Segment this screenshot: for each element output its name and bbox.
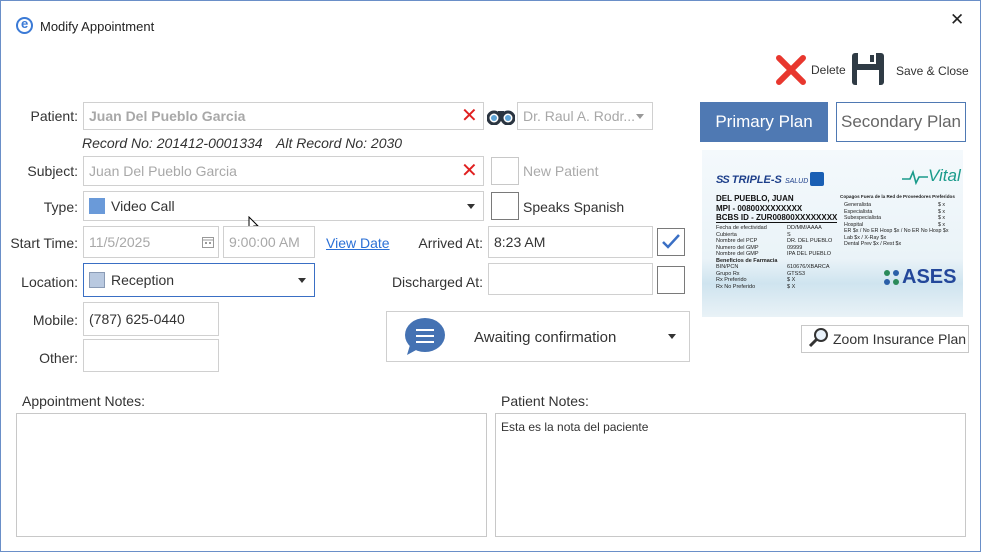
insurance-card-image: SS TRIPLE-S SALUD Vital DEL PUEBLO, JUAN… bbox=[702, 150, 963, 317]
discharged-checkbox[interactable] bbox=[657, 266, 685, 294]
zoom-label: Zoom Insurance Plan bbox=[833, 331, 967, 347]
delete-label: Delete bbox=[811, 63, 846, 77]
chevron-down-icon bbox=[668, 334, 676, 339]
status-label: Awaiting confirmation bbox=[474, 329, 617, 346]
card-bcbs: BCBS ID - ZUR00800XXXXXXXX bbox=[716, 213, 838, 223]
patient-notes-textarea[interactable]: Esta es la nota del paciente bbox=[495, 413, 966, 537]
card-rows-mid: DD/MM/AAAA S DR. DEL PUEBLO 09999 IPA DE… bbox=[787, 225, 832, 290]
chevron-down-icon bbox=[467, 204, 475, 209]
subject-label: Subject: bbox=[27, 163, 78, 179]
start-date-value: 11/5/2025 bbox=[89, 234, 151, 250]
close-icon[interactable]: ✕ bbox=[950, 10, 964, 30]
card-brand-mark: SS bbox=[716, 174, 730, 186]
location-value: Reception bbox=[111, 272, 175, 288]
type-color-swatch bbox=[89, 197, 105, 214]
new-patient-label: New Patient bbox=[523, 163, 599, 179]
discharged-at-label: Discharged At: bbox=[391, 274, 483, 290]
card-copay-vals: $ x $ x $ x $ x bbox=[938, 202, 945, 228]
view-date-link[interactable]: View Date bbox=[326, 235, 390, 251]
arrived-checkbox[interactable] bbox=[657, 228, 685, 256]
copay-row: ER $x / No ER Hosp $x / No ER No Hosp $x bbox=[844, 228, 949, 234]
subject-field[interactable]: Juan Del Pueblo Garcia bbox=[83, 156, 484, 186]
other-label: Other: bbox=[39, 350, 78, 366]
doctor-select[interactable]: Dr. Raul A. Rodr... bbox=[517, 102, 653, 130]
zoom-insurance-plan-button[interactable]: Zoom Insurance Plan bbox=[801, 325, 969, 353]
arrived-at-label: Arrived At: bbox=[418, 235, 483, 251]
start-time-label: Start Time: bbox=[10, 235, 78, 251]
card-row: Rx No Preferido bbox=[716, 283, 756, 290]
delete-x-icon bbox=[776, 55, 806, 85]
chevron-down-icon bbox=[636, 114, 644, 119]
start-date-field[interactable]: 11/5/2025 bbox=[83, 226, 219, 258]
clear-subject-icon[interactable]: ✕ bbox=[461, 161, 478, 181]
card-rows-left: Fecha de efectividad Cubierta Nombre del… bbox=[716, 225, 777, 290]
card-vital-logo: Vital bbox=[902, 166, 961, 186]
vital-wave-icon bbox=[902, 169, 928, 185]
primary-plan-button[interactable]: Primary Plan bbox=[700, 102, 828, 142]
speaks-spanish-label: Speaks Spanish bbox=[523, 199, 625, 215]
type-value: Video Call bbox=[111, 198, 175, 214]
floppy-disk-icon bbox=[852, 53, 884, 85]
patient-label: Patient: bbox=[30, 108, 78, 124]
card-val: IPA DEL PUEBLO bbox=[787, 251, 832, 257]
copay-val: $ x bbox=[938, 202, 946, 208]
location-color-swatch bbox=[89, 271, 105, 288]
card-val: 610676/XBARCA bbox=[787, 264, 830, 270]
window-title: Modify Appointment bbox=[40, 19, 155, 34]
calendar-icon[interactable] bbox=[202, 236, 214, 248]
arrived-at-field[interactable]: 8:23 AM bbox=[488, 226, 653, 258]
card-copay-rows: Generalista Especialista Subespecialista… bbox=[844, 202, 949, 248]
mobile-label: Mobile: bbox=[32, 312, 78, 328]
binoculars-icon[interactable] bbox=[487, 107, 515, 125]
copay-val: $ x bbox=[938, 215, 946, 221]
patient-field[interactable]: Juan Del Pueblo Garcia bbox=[83, 102, 484, 130]
magnifier-icon bbox=[808, 328, 828, 348]
type-select[interactable]: Video Call bbox=[83, 191, 484, 221]
card-mpi: MPI - 00800XXXXXXXX bbox=[716, 204, 803, 213]
bcbs-logo bbox=[810, 172, 824, 186]
delete-button[interactable]: Delete bbox=[775, 53, 846, 87]
appointment-notes-label: Appointment Notes: bbox=[22, 393, 145, 409]
location-select[interactable]: Reception bbox=[83, 263, 315, 297]
card-brand-text: TRIPLE-S bbox=[731, 174, 782, 186]
copay-val: $ x bbox=[938, 221, 946, 228]
speaks-spanish-checkbox[interactable] bbox=[491, 192, 519, 220]
patient-notes-label: Patient Notes: bbox=[501, 393, 589, 409]
save-close-label: Save & Close bbox=[896, 64, 969, 78]
alt-record-no: Alt Record No: 2030 bbox=[276, 135, 403, 151]
chevron-down-icon bbox=[298, 278, 306, 283]
card-copay-title: Copagos Fuera de la Red de Proveedores P… bbox=[840, 194, 955, 199]
clear-patient-icon[interactable]: ✕ bbox=[461, 106, 478, 126]
discharged-at-field[interactable] bbox=[488, 263, 653, 295]
doctor-value: Dr. Raul A. Rodr... bbox=[523, 108, 636, 124]
secondary-plan-button[interactable]: Secondary Plan bbox=[836, 102, 966, 142]
location-label: Location: bbox=[21, 274, 78, 290]
card-val: DR. DEL PUEBLO bbox=[787, 238, 833, 244]
start-time-field[interactable]: 9:00:00 AM bbox=[223, 226, 315, 258]
mobile-field[interactable]: (787) 625-0440 bbox=[83, 302, 219, 336]
card-holder: DEL PUEBLO, JUAN bbox=[716, 194, 794, 203]
chat-bubble-icon bbox=[405, 318, 445, 355]
type-label: Type: bbox=[43, 199, 78, 215]
card-val: $ X bbox=[787, 283, 796, 290]
new-patient-checkbox[interactable] bbox=[491, 157, 519, 185]
card-ases-logo: ASES bbox=[882, 266, 956, 289]
record-no: Record No: 201412-0001334 bbox=[82, 135, 263, 151]
save-close-button[interactable]: Save & Close bbox=[851, 52, 969, 88]
status-select[interactable]: Awaiting confirmation bbox=[386, 311, 690, 362]
other-field[interactable] bbox=[83, 339, 219, 372]
card-brand: SS TRIPLE-S SALUD bbox=[716, 174, 808, 186]
checkmark-icon bbox=[662, 234, 680, 249]
ases-dots-icon bbox=[884, 269, 899, 285]
card-vital-text: Vital bbox=[928, 166, 961, 185]
app-icon bbox=[16, 16, 33, 34]
card-ases-text: ASES bbox=[902, 266, 957, 288]
appointment-notes-textarea[interactable] bbox=[16, 413, 487, 537]
copay-row: Dental Prev $x / Rest $x bbox=[844, 241, 902, 247]
card-brand-sub: SALUD bbox=[784, 178, 809, 185]
